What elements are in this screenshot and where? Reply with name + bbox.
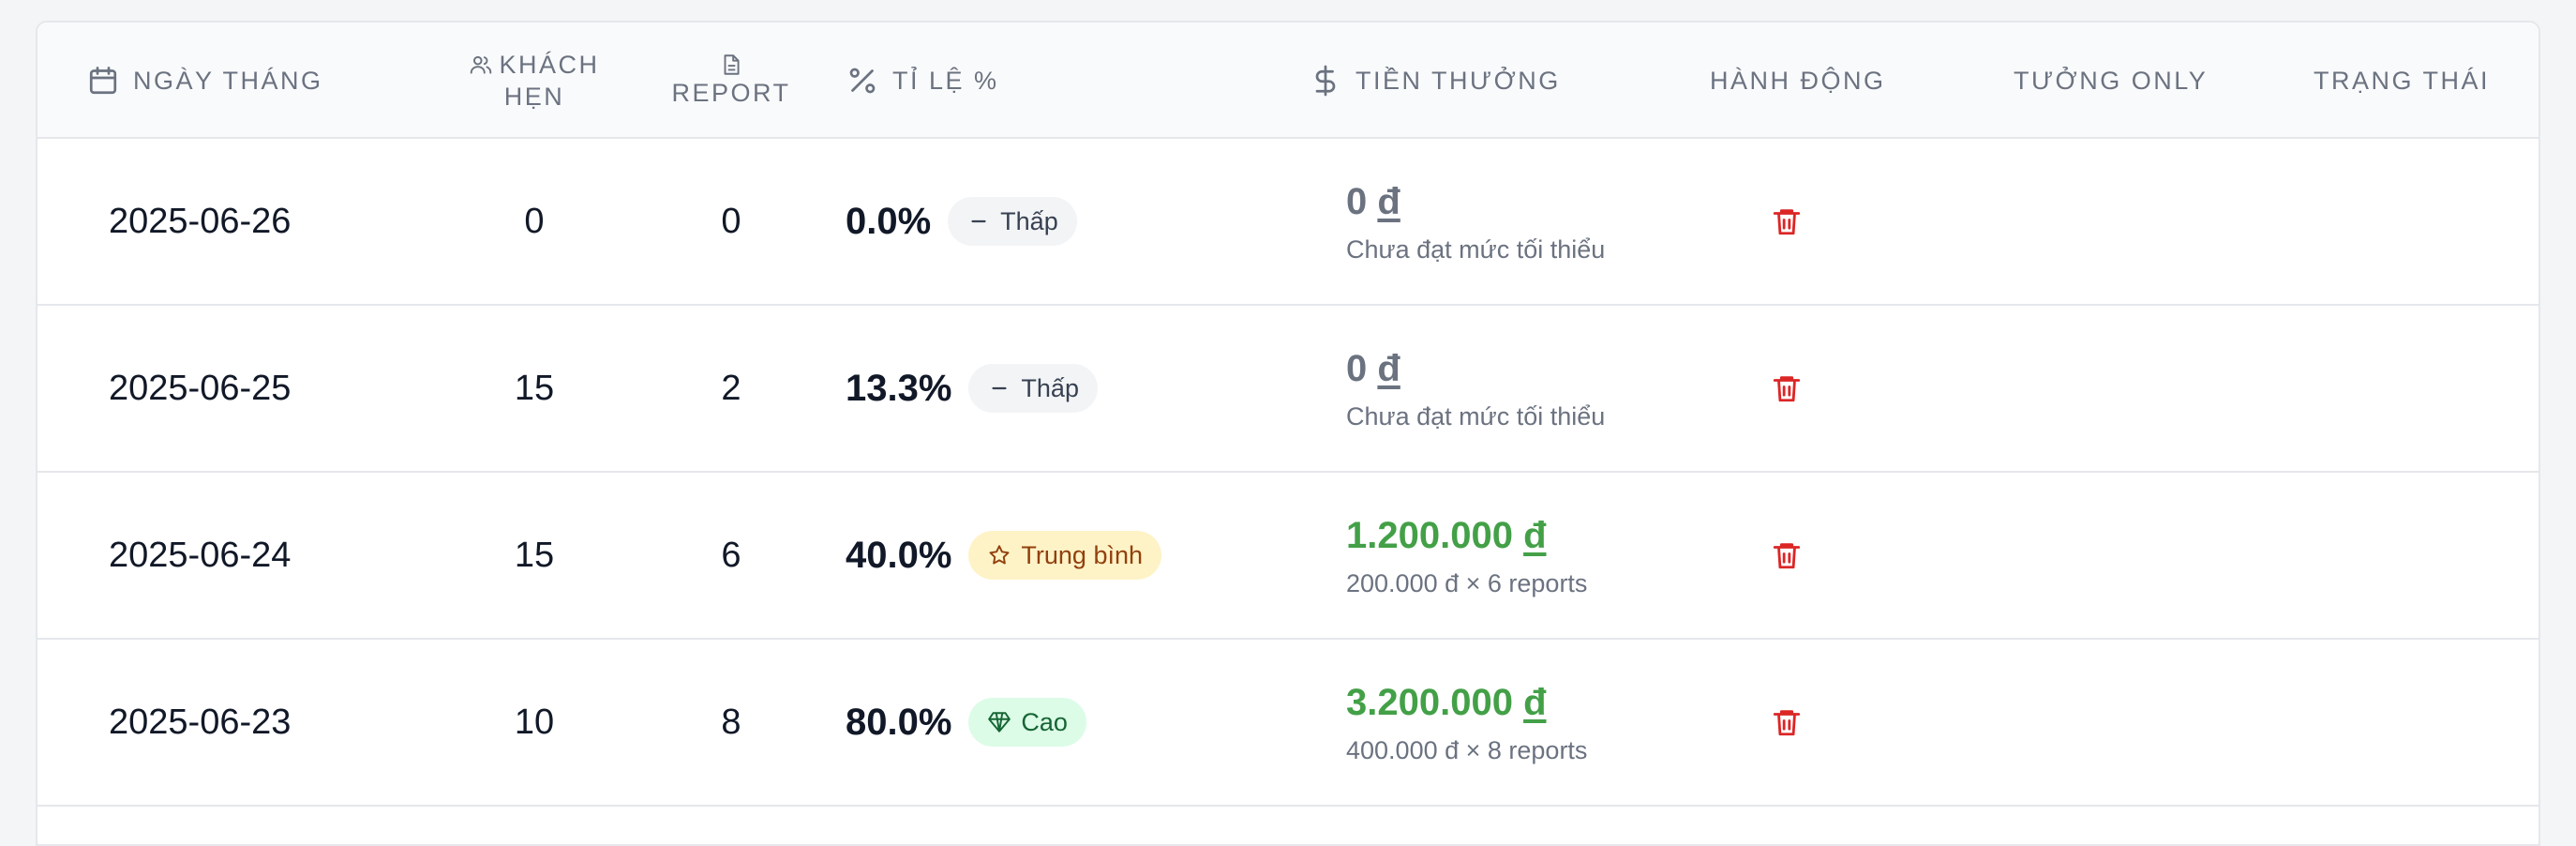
trash-icon <box>1771 539 1803 571</box>
row-reports: 2 <box>721 368 741 408</box>
header-action-label: HÀNH ĐỘNG <box>1710 66 1886 95</box>
row-bonus-cell: 0 đ Chưa đạt mức tối thiểu <box>1346 306 1605 471</box>
row-customers: 15 <box>514 368 555 408</box>
gem-icon <box>987 710 1011 734</box>
row-customers: 0 <box>524 201 545 241</box>
header-bonus[interactable]: TIỀN THƯỞNG <box>1309 23 1561 139</box>
header-rate[interactable]: TỈ LỆ % <box>846 23 999 139</box>
row-date: 2025-06-23 <box>109 702 292 742</box>
level-badge-label: Thấp <box>1000 206 1058 235</box>
row-rate: 40.0% <box>846 534 952 576</box>
row-rate-cell: 40.0% Trung bình <box>846 473 1162 638</box>
row-bonus-cell: 0 đ Chưa đạt mức tối thiểu <box>1346 139 1605 304</box>
row-reports: 8 <box>721 702 741 742</box>
dollar-icon <box>1309 64 1342 98</box>
trash-icon <box>1771 205 1803 237</box>
delete-button[interactable] <box>1749 473 1824 638</box>
header-action: HÀNH ĐỘNG <box>1710 23 1886 139</box>
bonus-currency: đ <box>1377 347 1400 389</box>
level-badge-label: Trung bình <box>1021 540 1144 569</box>
row-bonus-cell: 1.200.000 đ 200.000 đ × 6 reports <box>1346 473 1587 638</box>
header-status-label: TRẠNG THÁI <box>2314 66 2491 95</box>
row-reports: 0 <box>721 201 741 241</box>
bonus-currency: đ <box>1523 514 1547 556</box>
header-report-label: REPORT <box>671 79 791 107</box>
bonus-amount: 0 đ <box>1346 179 1400 224</box>
header-customers-line2: HẸN <box>503 83 565 111</box>
users-icon <box>469 53 493 77</box>
row-rate-cell: 13.3% Thấp <box>846 306 1098 471</box>
level-badge: Trung bình <box>968 531 1162 580</box>
row-customers: 15 <box>514 535 555 575</box>
trash-icon <box>1771 372 1803 404</box>
bonus-currency: đ <box>1523 681 1547 723</box>
row-rate-cell: 0.0% Thấp <box>846 139 1077 304</box>
star-icon <box>987 543 1011 567</box>
bonus-note: 400.000 đ × 8 reports <box>1346 735 1588 764</box>
bonus-amount-value: 0 <box>1346 347 1368 389</box>
header-report[interactable]: REPORT <box>637 23 825 139</box>
header-tuong-only-label: TƯỞNG ONLY <box>2014 66 2209 95</box>
level-badge: Thấp <box>948 197 1077 246</box>
row-customers: 10 <box>514 702 555 742</box>
bonus-amount: 3.200.000 đ <box>1346 680 1547 725</box>
delete-button[interactable] <box>1749 640 1824 805</box>
percent-icon <box>846 64 879 98</box>
table-row: 2025-06-23 10 8 80.0% Cao 3.200.000 đ 40… <box>37 640 2539 807</box>
bonus-amount-value: 1.200.000 <box>1346 514 1513 556</box>
row-rate: 0.0% <box>846 200 932 242</box>
row-rate: 13.3% <box>846 367 952 409</box>
level-badge: Cao <box>968 698 1086 747</box>
header-status[interactable]: TRẠNG THÁI <box>2314 23 2490 139</box>
report-table: NGÀY THÁNG KHÁCH HẸN REPORT TỈ LỆ % TIỀN… <box>36 21 2540 846</box>
row-date: 2025-06-24 <box>109 535 292 575</box>
bonus-amount: 1.200.000 đ <box>1346 513 1547 558</box>
delete-button[interactable] <box>1749 139 1824 304</box>
row-rate: 80.0% <box>846 701 952 743</box>
table-row: 2025-06-24 15 6 40.0% Trung bình 1.200.0… <box>37 473 2539 640</box>
bonus-currency: đ <box>1377 180 1400 222</box>
level-badge-label: Cao <box>1021 707 1068 736</box>
delete-button[interactable] <box>1749 306 1824 471</box>
level-badge-label: Thấp <box>1021 373 1079 402</box>
table-row: 2025-06-25 15 2 13.3% Thấp 0 đ Chưa đạt … <box>37 306 2539 473</box>
header-tuong-only[interactable]: TƯỞNG ONLY <box>2014 23 2208 139</box>
bonus-note: Chưa đạt mức tối thiểu <box>1346 401 1606 431</box>
row-bonus-cell: 3.200.000 đ 400.000 đ × 8 reports <box>1346 640 1587 805</box>
row-reports: 6 <box>721 535 741 575</box>
trash-icon <box>1771 706 1803 738</box>
row-date: 2025-06-25 <box>109 368 292 408</box>
header-date[interactable]: NGÀY THÁNG <box>86 23 323 139</box>
header-customers[interactable]: KHÁCH HẸN <box>431 23 637 139</box>
table-row: 2025-06-26 0 0 0.0% Thấp 0 đ Chưa đạt mứ… <box>37 139 2539 306</box>
bonus-amount-value: 0 <box>1346 180 1368 222</box>
bonus-note: Chưa đạt mức tối thiểu <box>1346 234 1606 264</box>
header-date-label: NGÀY THÁNG <box>133 66 323 95</box>
header-rate-label: TỈ LỆ % <box>892 66 999 95</box>
table-header: NGÀY THÁNG KHÁCH HẸN REPORT TỈ LỆ % TIỀN… <box>37 23 2539 139</box>
level-badge: Thấp <box>968 364 1098 413</box>
minus-icon <box>987 376 1011 400</box>
row-rate-cell: 80.0% Cao <box>846 640 1086 805</box>
row-date: 2025-06-26 <box>109 201 292 241</box>
calendar-icon <box>86 64 120 98</box>
bonus-amount: 0 đ <box>1346 346 1400 391</box>
document-icon <box>719 53 743 77</box>
minus-icon <box>966 209 991 234</box>
header-bonus-label: TIỀN THƯỞNG <box>1355 66 1561 95</box>
header-customers-line1: KHÁCH <box>499 51 600 79</box>
bonus-amount-value: 3.200.000 <box>1346 681 1513 723</box>
bonus-note: 200.000 đ × 6 reports <box>1346 568 1588 597</box>
